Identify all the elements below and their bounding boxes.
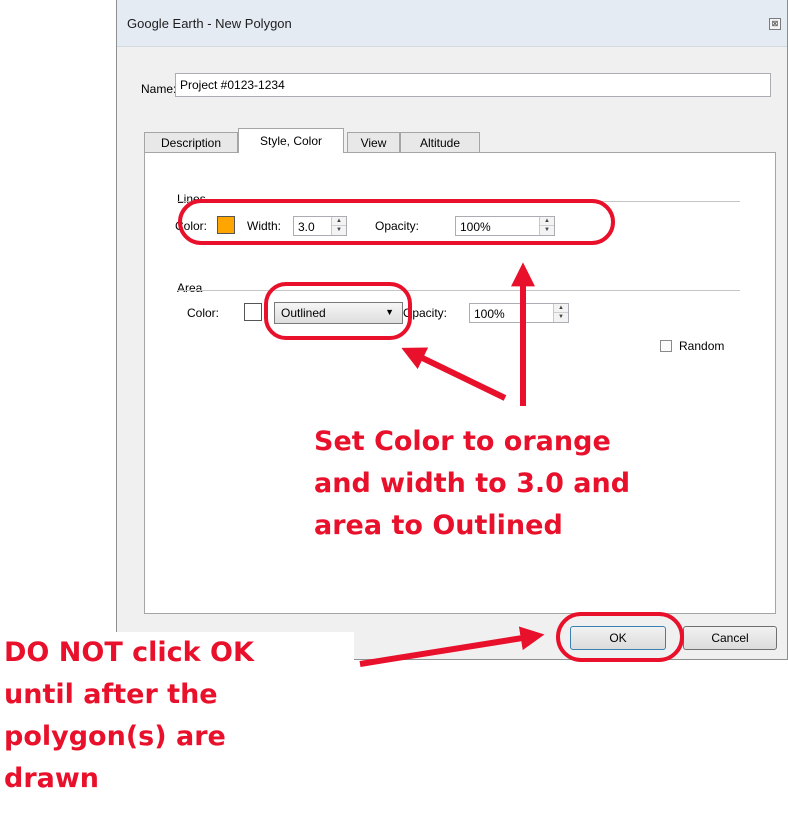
tab-altitude[interactable]: Altitude: [400, 132, 480, 152]
tab-style-color[interactable]: Style, Color: [238, 128, 344, 153]
warning-line: until after the: [4, 679, 218, 710]
lines-highlight-oval: [178, 199, 615, 245]
warning-line: polygon(s) are: [4, 721, 226, 752]
cancel-button[interactable]: Cancel: [683, 626, 777, 650]
close-icon[interactable]: ⊠: [769, 18, 781, 30]
area-color-swatch[interactable]: [244, 303, 262, 321]
random-checkbox[interactable]: [660, 340, 672, 352]
tab-view[interactable]: View: [347, 132, 400, 152]
warning-line: DO NOT click OK: [4, 637, 254, 668]
instruction-callout: Set Color to orange and width to 3.0 and…: [314, 421, 630, 547]
random-label: Random: [679, 339, 725, 353]
name-label: Name:: [141, 82, 177, 96]
area-opacity-value: 100%: [474, 307, 505, 321]
area-divider: [177, 290, 740, 291]
area-color-label: Color:: [187, 306, 220, 320]
title-bar[interactable]: Google Earth - New Polygon ⊠: [117, 0, 787, 47]
name-input[interactable]: Project #0123-1234: [175, 73, 771, 97]
new-polygon-dialog: Google Earth - New Polygon ⊠ Name: Proje…: [116, 0, 788, 660]
ok-highlight-oval: [556, 612, 684, 662]
window-title: Google Earth - New Polygon: [127, 16, 292, 31]
tab-description[interactable]: Description: [144, 132, 238, 152]
warning-line: drawn: [4, 763, 100, 794]
instruction-line: Set Color to orange: [314, 426, 611, 457]
fill-highlight-oval: [264, 282, 412, 340]
instruction-line: and width to 3.0 and: [314, 468, 631, 499]
warning-callout: DO NOT click OK until after the polygon(…: [4, 632, 354, 800]
area-group-label: Area: [177, 281, 203, 295]
area-opacity-stepper[interactable]: ▲ ▼: [553, 304, 568, 322]
area-opacity-spinner[interactable]: 100% ▲ ▼: [469, 303, 569, 323]
instruction-line: area to Outlined: [314, 510, 563, 541]
